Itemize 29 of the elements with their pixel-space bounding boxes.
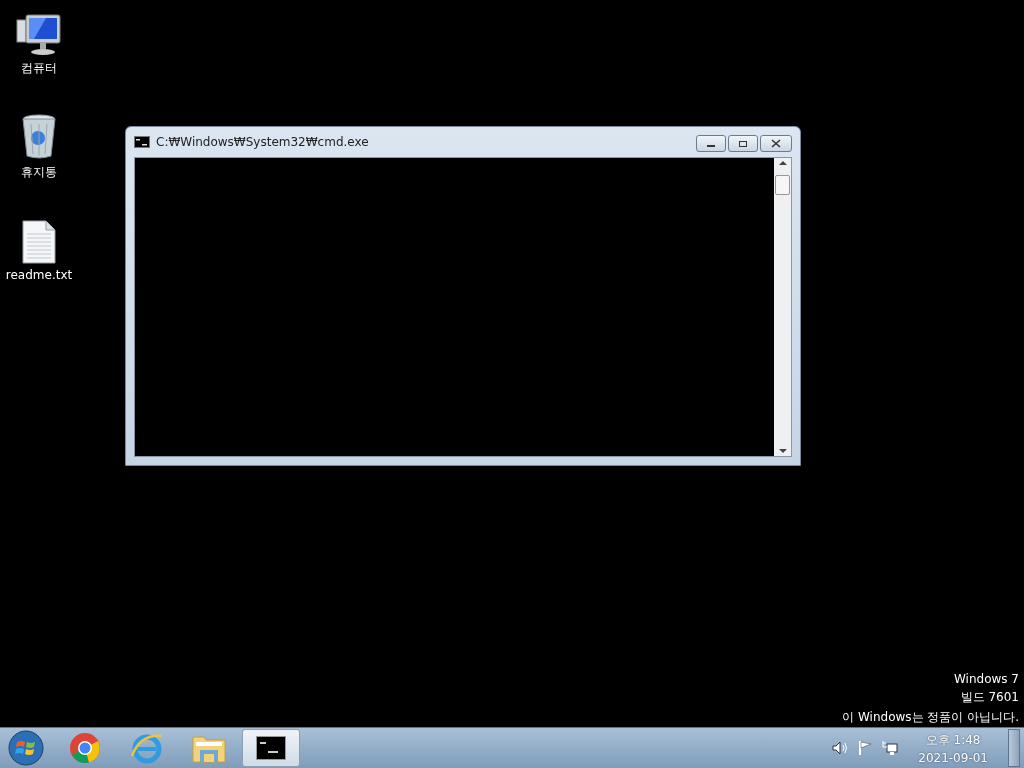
text-file-icon xyxy=(22,220,56,264)
taskbar-button[interactable] xyxy=(242,729,300,767)
show-desktop-button[interactable] xyxy=(1008,729,1020,767)
activation-notice: Windows 7 xyxy=(954,672,1019,686)
clock-time: 오후 1:48 xyxy=(925,731,981,749)
desktop-icon-label[interactable]: 휴지통 xyxy=(21,164,57,181)
activation-notice: 이 Windows는 정품이 아닙니다. xyxy=(842,709,1019,726)
vertical-scrollbar[interactable] xyxy=(774,158,791,456)
close-button[interactable] xyxy=(760,135,792,152)
clock-date: 2021-09-01 xyxy=(918,750,988,765)
maximize-icon xyxy=(738,139,748,148)
browser-ball-icon xyxy=(69,732,101,764)
folder-icon xyxy=(192,733,226,763)
activation-notice: 빌드 7601 xyxy=(960,689,1019,706)
close-icon xyxy=(771,139,781,148)
console-icon xyxy=(256,736,286,760)
network-icon[interactable] xyxy=(882,740,899,756)
window-title: C:₩Windows₩System32₩cmd.exe xyxy=(156,135,370,149)
flag-icon[interactable] xyxy=(858,740,873,756)
minimize-button[interactable] xyxy=(696,135,726,152)
desktop-icon-label[interactable]: readme.txt xyxy=(5,268,73,282)
maximize-button[interactable] xyxy=(728,135,758,152)
recycle-bin-icon xyxy=(21,114,57,160)
start-orb-icon xyxy=(8,730,44,766)
speaker-icon[interactable] xyxy=(832,741,849,755)
desktop-icon-label[interactable]: 컴퓨터 xyxy=(21,60,57,77)
e-letter-icon xyxy=(130,732,164,764)
computer-icon xyxy=(16,14,62,56)
console-icon xyxy=(134,136,150,148)
